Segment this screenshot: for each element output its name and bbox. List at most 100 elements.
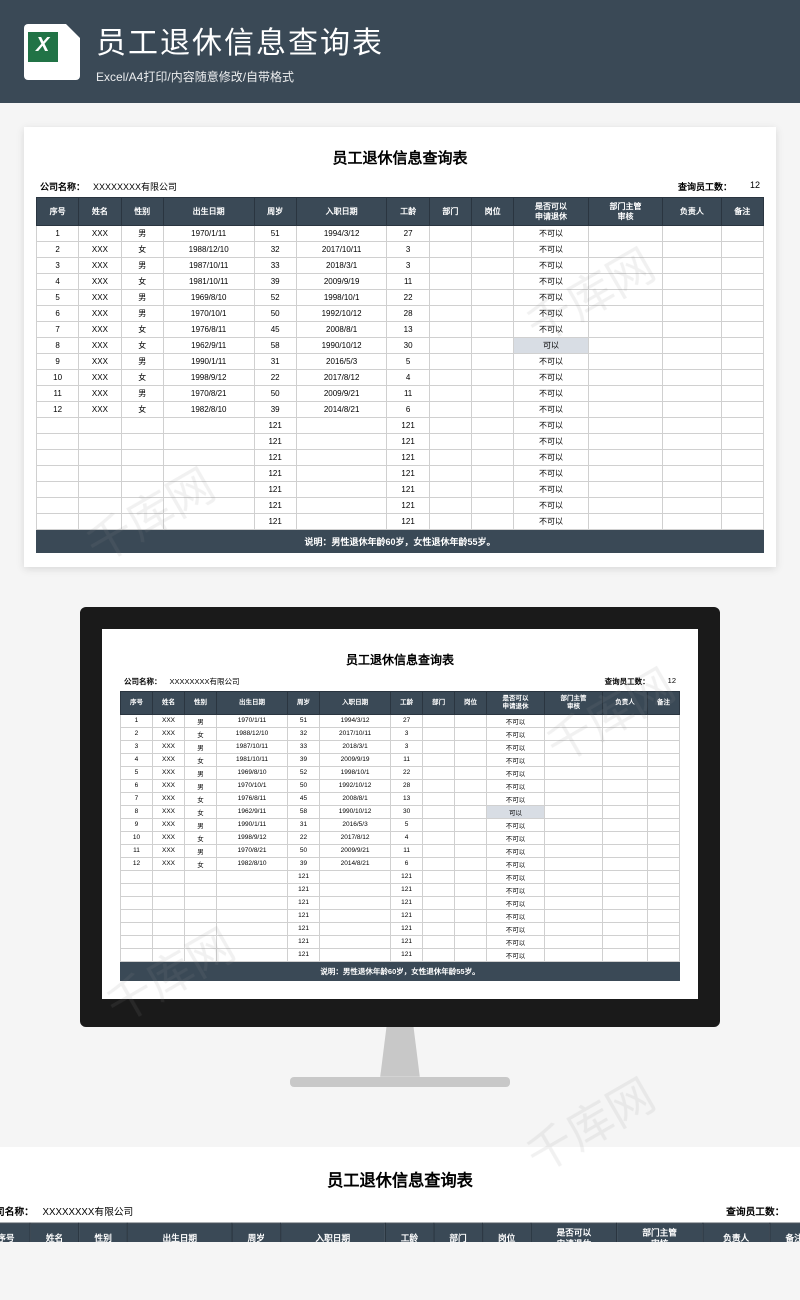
table-cell [663, 466, 721, 482]
table-cell: 不可以 [514, 258, 588, 274]
table-cell [602, 714, 647, 727]
table-cell: 4 [121, 753, 153, 766]
table-cell: XXX [152, 831, 184, 844]
table-cell: 11 [391, 753, 423, 766]
table-cell [163, 466, 254, 482]
table-cell: 33 [254, 258, 296, 274]
table-cell: 121 [391, 870, 423, 883]
table-cell [121, 450, 163, 466]
table-cell [602, 870, 647, 883]
table-cell: 1998/10/1 [320, 766, 391, 779]
table-cell: 121 [391, 883, 423, 896]
table-cell: 1982/8/10 [216, 857, 287, 870]
table-cell [602, 896, 647, 909]
table-cell: 11 [387, 274, 429, 290]
table-cell: 6 [391, 857, 423, 870]
table-cell [320, 909, 391, 922]
table-cell [423, 766, 455, 779]
table-cell: 不可以 [514, 418, 588, 434]
table-cell: 8 [37, 338, 79, 354]
column-header: 岗位 [472, 198, 514, 226]
table-cell: 2 [121, 727, 153, 740]
table-cell: 5 [37, 290, 79, 306]
table-cell: 51 [288, 714, 320, 727]
column-header: 性别 [121, 198, 163, 226]
table-cell: XXX [152, 727, 184, 740]
table-cell [121, 870, 153, 883]
table-cell: 1998/10/1 [296, 290, 387, 306]
table-cell [429, 226, 471, 242]
table-cell [429, 370, 471, 386]
table-cell: 2016/5/3 [320, 818, 391, 831]
table-cell [37, 450, 79, 466]
column-header: 是否可以申请退休 [514, 198, 588, 226]
table-cell: 121 [254, 450, 296, 466]
table-cell: 11 [121, 844, 153, 857]
table-cell [429, 514, 471, 530]
table-cell [163, 450, 254, 466]
table-cell: 不可以 [514, 434, 588, 450]
table-cell: 女 [121, 322, 163, 338]
sheet-title: 员工退休信息查询表 [36, 147, 764, 168]
table-cell: 27 [391, 714, 423, 727]
table-cell: 8 [121, 805, 153, 818]
table-cell: 1982/8/10 [163, 402, 254, 418]
table-cell [663, 258, 721, 274]
table-cell: 女 [185, 792, 217, 805]
table-cell: 121 [288, 909, 320, 922]
table-row: 121121不可以 [37, 498, 764, 514]
table-cell [545, 740, 603, 753]
column-header: 姓名 [30, 1223, 79, 1242]
table-cell: 不可以 [487, 948, 545, 961]
table-cell [721, 450, 763, 466]
table-row: 121121不可以 [121, 896, 680, 909]
table-cell [647, 844, 679, 857]
table-cell: 1970/10/1 [163, 306, 254, 322]
table-cell [121, 909, 153, 922]
table-row: 5XXX男1969/8/10521998/10/122不可以 [37, 290, 764, 306]
data-table: 序号姓名性别出生日期周岁入职日期工龄部门岗位是否可以申请退休部门主管审核负责人备… [0, 1222, 800, 1241]
table-cell: 1981/10/11 [163, 274, 254, 290]
table-cell [320, 870, 391, 883]
table-cell: 121 [254, 434, 296, 450]
table-cell [320, 922, 391, 935]
column-header: 部门主管审核 [617, 1223, 703, 1242]
table-cell [602, 857, 647, 870]
table-cell [296, 418, 387, 434]
table-cell: 1990/1/11 [216, 818, 287, 831]
table-cell: 3 [387, 258, 429, 274]
table-cell [663, 226, 721, 242]
table-cell [79, 418, 121, 434]
table-cell: 9 [121, 818, 153, 831]
table-cell [423, 792, 455, 805]
table-cell [37, 498, 79, 514]
table-cell [545, 844, 603, 857]
table-cell: 女 [121, 338, 163, 354]
page-title: 员工退休信息查询表 [96, 18, 384, 62]
table-cell [472, 418, 514, 434]
table-cell [647, 714, 679, 727]
table-cell [37, 418, 79, 434]
table-row: 121121不可以 [37, 514, 764, 530]
table-cell: 不可以 [514, 466, 588, 482]
table-cell [663, 322, 721, 338]
table-cell [721, 274, 763, 290]
table-cell: 女 [121, 274, 163, 290]
table-cell [472, 370, 514, 386]
table-cell: 2017/8/12 [296, 370, 387, 386]
table-cell [429, 290, 471, 306]
table-cell: XXX [79, 338, 121, 354]
table-row: 10XXX女1998/9/12222017/8/124不可以 [121, 831, 680, 844]
table-cell: 1970/1/11 [216, 714, 287, 727]
table-cell: 1976/8/11 [163, 322, 254, 338]
table-cell: 28 [387, 306, 429, 322]
table-cell [429, 386, 471, 402]
table-cell [455, 896, 487, 909]
table-cell: 1988/12/10 [163, 242, 254, 258]
table-cell [647, 779, 679, 792]
table-cell [455, 870, 487, 883]
column-header: 性别 [185, 692, 217, 715]
table-cell [37, 514, 79, 530]
table-cell [121, 466, 163, 482]
table-cell [472, 274, 514, 290]
